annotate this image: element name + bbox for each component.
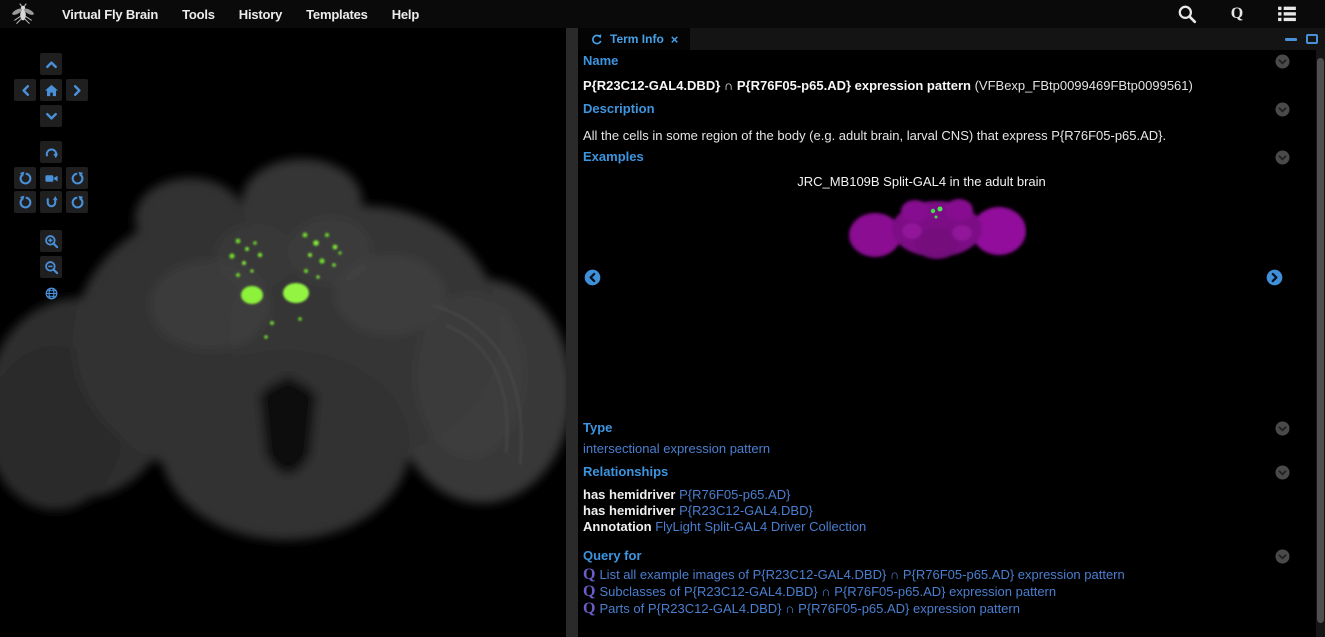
relationships-list: has hemidriver P{R76F05-p65.AD} has hemi…	[583, 487, 1265, 535]
name-section-header: Name	[583, 53, 1265, 68]
pan-right-button[interactable]	[66, 79, 88, 101]
tab-term-info-label: Term Info	[610, 32, 664, 46]
query-q-icon: Q	[583, 584, 595, 600]
relationship-row: has hemidriver P{R76F05-p65.AD}	[583, 487, 1265, 503]
menubar-actions: Q	[1177, 4, 1325, 24]
camera-button[interactable]	[40, 167, 62, 189]
rotate-up-button[interactable]	[40, 141, 62, 163]
relationship-row: has hemidriver P{R23C12-GAL4.DBD}	[583, 503, 1265, 519]
relationship-object-link[interactable]: P{R23C12-GAL4.DBD}	[679, 503, 813, 518]
menu-templates[interactable]: Templates	[294, 7, 380, 22]
term-info-window-controls	[1285, 28, 1318, 50]
fly-logo-icon[interactable]	[10, 3, 36, 25]
query-row: Q Subclasses of P{R23C12-GAL4.DBD} ∩ P{R7…	[583, 583, 1265, 600]
home-button[interactable]	[40, 79, 62, 101]
term-info-panel: Term Info × Name P{R23C12-GAL4.DBD} ∩ P{…	[578, 28, 1325, 637]
query-link[interactable]: Parts of P{R23C12-GAL4.DBD} ∩ P{R76F05-p…	[599, 601, 1020, 616]
term-name-title: P{R23C12-GAL4.DBD} ∩ P{R76F05-p65.AD} ex…	[583, 78, 971, 93]
list-icon[interactable]	[1277, 4, 1297, 24]
menubar: Virtual Fly Brain Tools History Template…	[0, 0, 1325, 28]
search-icon[interactable]	[1177, 4, 1197, 24]
query-for-list: Q List all example images of P{R23C12-GAL…	[583, 566, 1265, 617]
zoom-out-button[interactable]	[40, 256, 62, 278]
menu-history[interactable]: History	[227, 7, 294, 22]
query-row: Q List all example images of P{R23C12-GAL…	[583, 566, 1265, 583]
query-for-section-header: Query for	[583, 548, 1265, 563]
example-image-caption: JRC_MB109B Split-GAL4 in the adult brain	[578, 174, 1265, 189]
pan-up-button[interactable]	[40, 53, 62, 75]
query-q-icon: Q	[583, 567, 595, 583]
carousel-prev-icon[interactable]	[584, 269, 601, 286]
pan-down-button[interactable]	[40, 105, 62, 127]
menu-help[interactable]: Help	[380, 7, 431, 22]
term-info-body: Name P{R23C12-GAL4.DBD} ∩ P{R76F05-p65.A…	[578, 50, 1325, 637]
viewer-3d-canvas[interactable]	[0, 28, 566, 615]
tab-term-info[interactable]: Term Info ×	[578, 28, 690, 50]
query-row: Q Parts of P{R23C12-GAL4.DBD} ∩ P{R76F05-…	[583, 600, 1265, 617]
roll-ccw-button[interactable]	[14, 191, 36, 213]
query-icon[interactable]: Q	[1227, 4, 1247, 24]
term-name-id: (VFBexp_FBtp0099469FBtp0099561)	[971, 78, 1193, 93]
viewer-3d-panel: 3D Viewer ×	[0, 28, 566, 637]
scrollbar-thumb[interactable]	[1317, 58, 1324, 623]
term-info-tabbar: Term Info ×	[578, 28, 1325, 50]
type-link[interactable]: intersectional expression pattern	[583, 441, 770, 456]
query-q-icon: Q	[583, 601, 595, 617]
close-icon[interactable]: ×	[671, 33, 679, 46]
chevron-down-icon[interactable]	[1275, 465, 1290, 480]
roll-cw-button[interactable]	[66, 191, 88, 213]
roll-reset-button[interactable]	[40, 191, 62, 213]
relationship-object-link[interactable]: FlyLight Split-GAL4 Driver Collection	[655, 519, 866, 534]
pan-left-button[interactable]	[14, 79, 36, 101]
example-brain-image[interactable]	[847, 191, 1027, 266]
maximize-icon[interactable]	[1306, 34, 1318, 44]
type-value: intersectional expression pattern	[583, 441, 1265, 456]
type-section-header: Type	[583, 420, 1265, 435]
chevron-down-icon[interactable]	[1275, 150, 1290, 165]
relationship-object-link[interactable]: P{R76F05-p65.AD}	[679, 487, 790, 502]
relationship-row: Annotation FlyLight Split-GAL4 Driver Co…	[583, 519, 1265, 535]
vfb-app: Virtual Fly Brain Tools History Template…	[0, 0, 1325, 637]
query-link[interactable]: Subclasses of P{R23C12-GAL4.DBD} ∩ P{R76…	[599, 584, 1056, 599]
description-text: All the cells in some region of the body…	[583, 128, 1265, 143]
chevron-down-icon[interactable]	[1275, 421, 1290, 436]
query-link[interactable]: List all example images of P{R23C12-GAL4…	[599, 567, 1124, 582]
minimize-icon[interactable]	[1285, 38, 1297, 41]
rotate-cw-button[interactable]	[66, 167, 88, 189]
carousel-next-icon[interactable]	[1266, 269, 1283, 286]
relationship-predicate: has hemidriver	[583, 487, 676, 502]
rotate-ccw-button[interactable]	[14, 167, 36, 189]
relationship-predicate: has hemidriver	[583, 503, 676, 518]
term-name-value: P{R23C12-GAL4.DBD} ∩ P{R76F05-p65.AD} ex…	[583, 78, 1265, 93]
wireframe-globe-button[interactable]	[40, 282, 62, 304]
zoom-in-button[interactable]	[40, 230, 62, 252]
menu-tools[interactable]: Tools	[170, 7, 227, 22]
chevron-down-icon[interactable]	[1275, 549, 1290, 564]
chevron-down-icon[interactable]	[1275, 54, 1290, 69]
chevron-down-icon[interactable]	[1275, 102, 1290, 117]
scrollbar	[1316, 50, 1325, 637]
examples-section-header: Examples	[583, 149, 1265, 164]
relationship-predicate: Annotation	[583, 519, 652, 534]
relationships-section-header: Relationships	[583, 464, 1265, 479]
main-menu: Virtual Fly Brain Tools History Template…	[50, 7, 431, 22]
menu-virtual-fly-brain[interactable]: Virtual Fly Brain	[50, 7, 170, 22]
description-section-header: Description	[583, 101, 1265, 116]
history-back-icon[interactable]	[590, 33, 603, 46]
